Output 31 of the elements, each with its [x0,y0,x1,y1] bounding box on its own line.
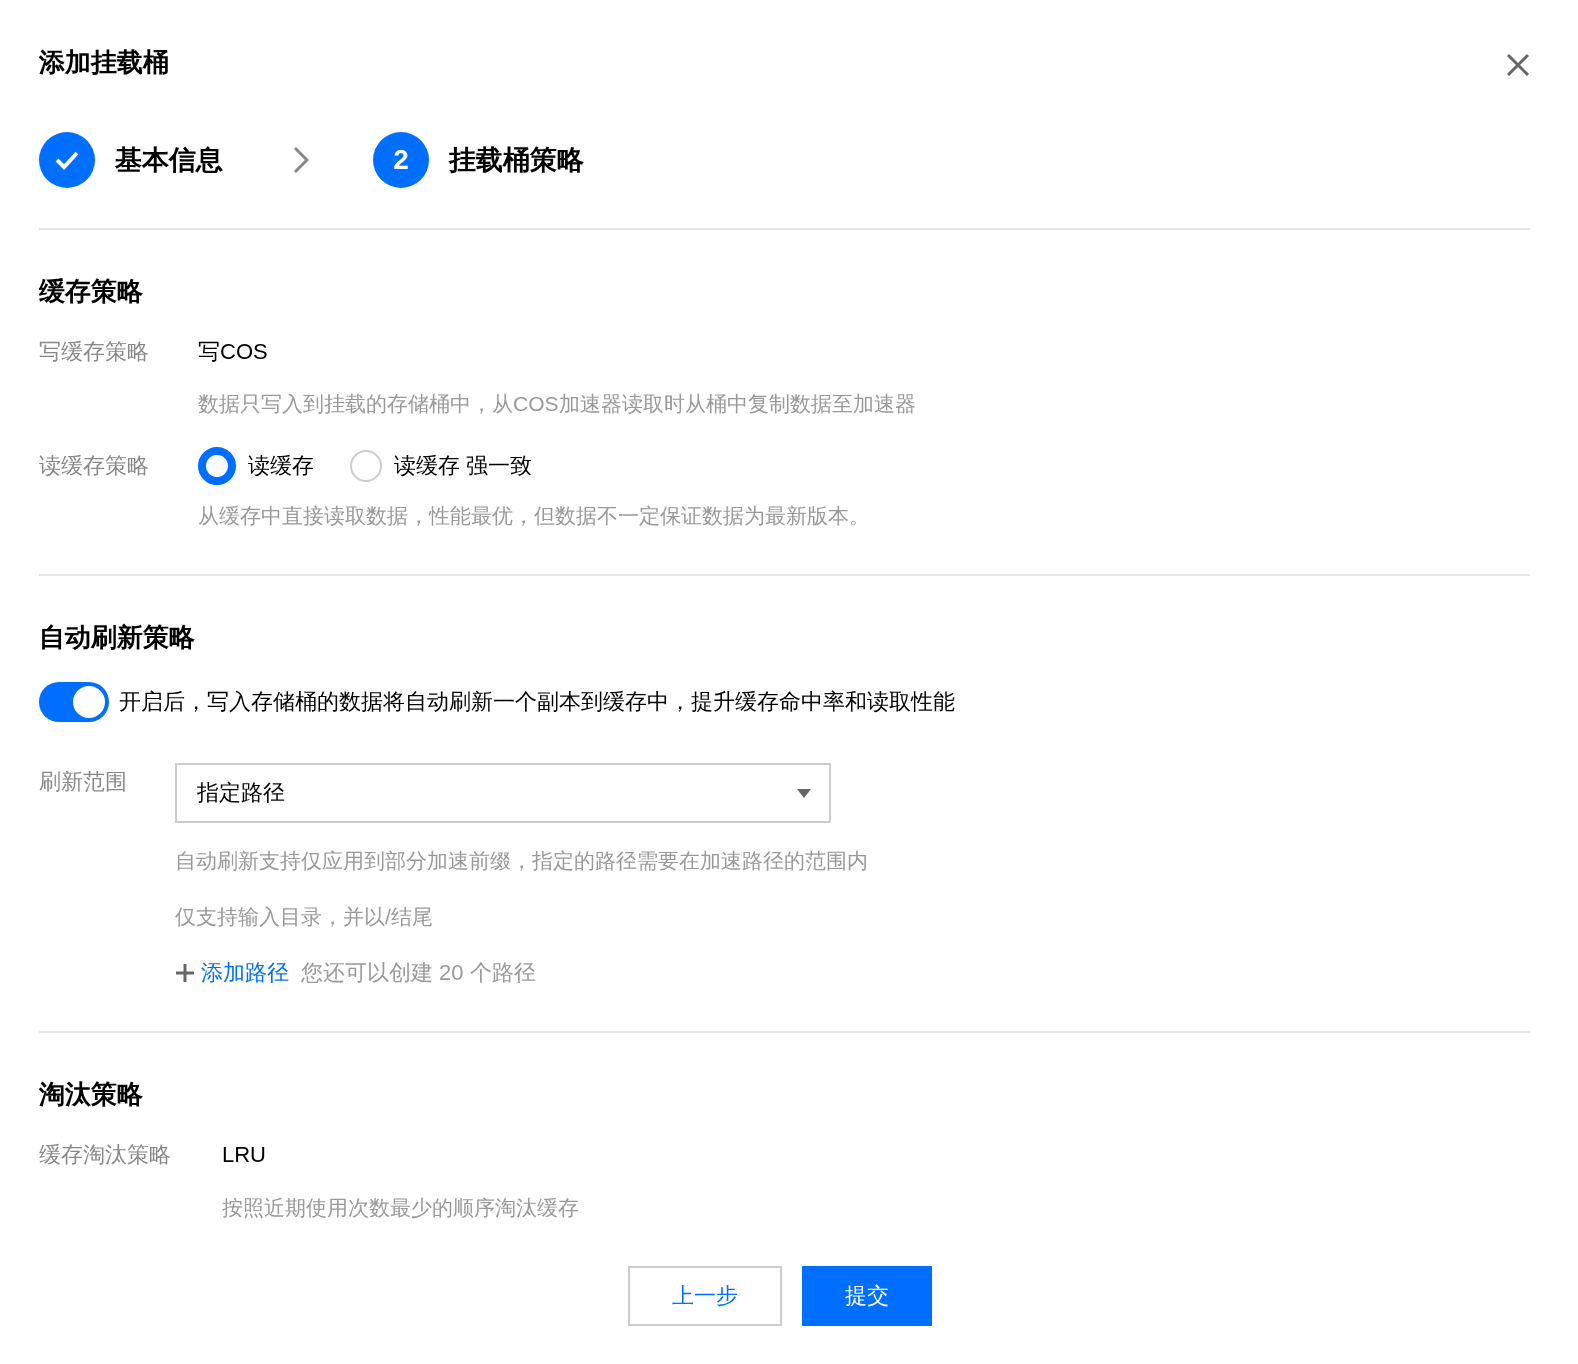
step-label: 挂载桶策略 [449,144,584,177]
dialog-title: 添加挂载桶 [39,46,169,79]
close-icon[interactable] [1506,53,1530,77]
field-label: 读缓存策略 [39,452,150,480]
field-label: 写缓存策略 [39,338,150,366]
help-text: 按照近期使用次数最少的顺序淘汰缓存 [222,1195,580,1221]
radio-option[interactable]: 读缓存 强一致 [350,450,533,482]
help-text: 自动刷新支持仅应用到部分加速前缀，指定的路径需要在加速路径的范围内 [175,848,869,874]
section-heading: 自动刷新策略 [39,621,196,654]
chevron-icon [293,146,309,174]
section-heading: 淘汰策略 [39,1078,144,1111]
toggle-description: 开启后，写入存储桶的数据将自动刷新一个副本到缓存中，提升缓存命中率和读取性能 [119,688,955,716]
field-label: 缓存淘汰策略 [39,1141,172,1169]
section-heading: 缓存策略 [39,275,144,308]
add-path-link[interactable]: 添加路径 [175,958,289,988]
quota-text: 您还可以创建 20 个路径 [301,959,536,987]
back-button[interactable]: 上一步 [628,1266,782,1326]
field-value: 写COS [198,338,268,366]
plus-icon [175,963,195,983]
field-value: LRU [222,1142,266,1168]
submit-button[interactable]: 提交 [802,1266,932,1326]
dropdown-caret-icon [797,788,811,798]
help-text: 从缓存中直接读取数据，性能最优，但数据不一定保证数据为最新版本。 [198,503,871,529]
step-number: 2 [373,132,429,188]
select-field[interactable]: 指定路径 [175,763,831,823]
help-text: 数据只写入到挂载的存储桶中，从COS加速器读取时从桶中复制数据至加速器 [198,391,917,417]
field-label: 刷新范围 [39,768,128,796]
help-text: 仅支持输入目录，并以/结尾 [175,904,434,930]
step-label: 基本信息 [115,144,223,177]
radio-option[interactable]: 读缓存 [198,447,314,485]
toggle-switch[interactable] [39,682,109,722]
